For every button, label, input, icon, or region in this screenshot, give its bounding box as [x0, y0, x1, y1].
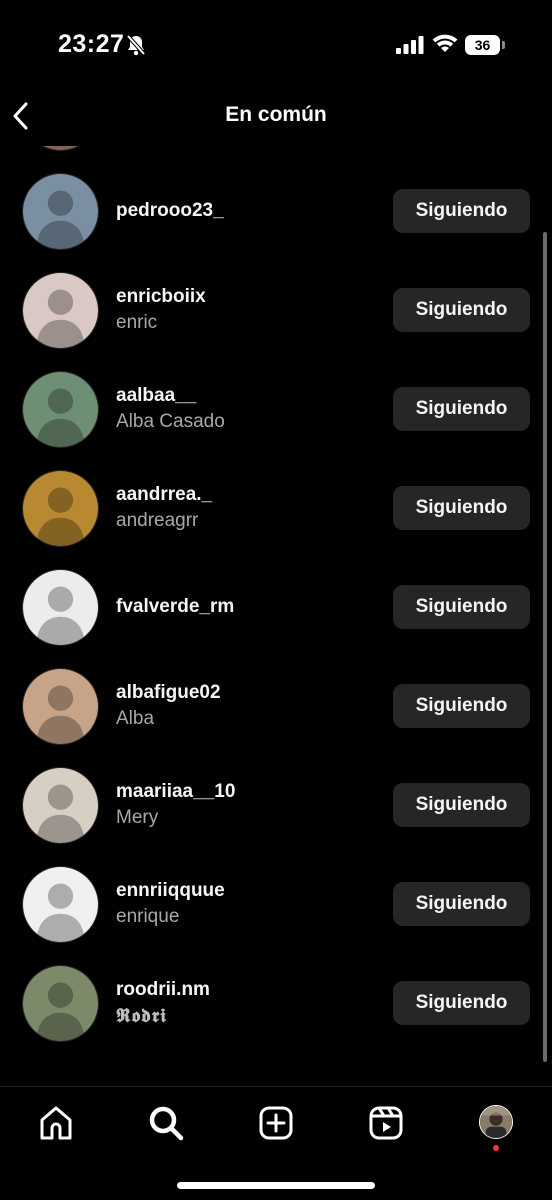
following-button[interactable]: Siguiendo	[393, 783, 530, 827]
profile-avatar	[480, 1106, 512, 1138]
username[interactable]: pedrooo23_	[116, 198, 224, 224]
status-time: 23:27	[58, 30, 125, 58]
reels-icon	[369, 1106, 403, 1140]
tab-home[interactable]	[36, 1103, 76, 1143]
username[interactable]: aalbaa__	[116, 383, 225, 409]
list-item[interactable]: pedrooo23_ Siguiendo	[0, 161, 552, 260]
mutual-followers-list[interactable]: Sabina ✨Siguiendopedrooo23_Siguiendoenri…	[0, 146, 552, 1086]
username[interactable]: albafigue02	[116, 680, 221, 706]
plus-square-icon	[259, 1106, 293, 1140]
list-item[interactable]: enricboiix enric Siguiendo	[0, 260, 552, 359]
home-icon	[40, 1106, 72, 1140]
tab-search[interactable]	[146, 1103, 186, 1143]
search-icon	[149, 1106, 184, 1141]
username[interactable]: ennriiqquue	[116, 878, 225, 904]
avatar[interactable]	[22, 470, 99, 547]
full-name: 𝕽𝖔𝖉𝖗𝖎	[116, 1004, 167, 1027]
list-item[interactable]: ennriiqquue enrique Siguiendo	[0, 854, 552, 953]
following-button[interactable]: Siguiendo	[393, 189, 530, 233]
username[interactable]: aandrrea._	[116, 482, 212, 508]
user-names: pedrooo23_	[116, 161, 224, 260]
list-item[interactable]: fvalverde_rm Siguiendo	[0, 557, 552, 656]
following-button[interactable]: Siguiendo	[393, 288, 530, 332]
wifi-icon	[432, 34, 458, 52]
full-name: andreagrr	[116, 509, 199, 531]
avatar[interactable]	[22, 767, 99, 844]
avatar[interactable]	[22, 569, 99, 646]
user-names: enricboiix enric	[116, 260, 206, 359]
avatar[interactable]	[22, 965, 99, 1042]
user-names: aalbaa__ Alba Casado	[116, 359, 225, 458]
following-button[interactable]: Siguiendo	[393, 882, 530, 926]
status-bar: 23:27 36	[0, 0, 552, 90]
user-names: albafigue02 Alba	[116, 656, 221, 755]
user-names: fvalverde_rm	[116, 557, 234, 656]
tab-create[interactable]	[256, 1103, 296, 1143]
list-item[interactable]: Sabina ✨Siguiendo	[0, 146, 552, 161]
user-names: Sabina ✨	[116, 146, 204, 161]
full-name: Mery	[116, 806, 159, 828]
avatar[interactable]	[22, 866, 99, 943]
header: En común	[0, 90, 552, 142]
following-button[interactable]: Siguiendo	[393, 387, 530, 431]
battery-icon: 36	[465, 35, 505, 55]
list-item[interactable]: roodrii.nm 𝕽𝖔𝖉𝖗𝖎 Siguiendo	[0, 953, 552, 1052]
avatar[interactable]	[22, 173, 99, 250]
user-names: ennriiqquue enrique	[116, 854, 225, 953]
list-item[interactable]: aandrrea._ andreagrr Siguiendo	[0, 458, 552, 557]
username[interactable]: fvalverde_rm	[116, 594, 234, 620]
avatar[interactable]	[22, 371, 99, 448]
avatar[interactable]	[22, 272, 99, 349]
page-title: En común	[225, 103, 327, 126]
battery-level: 36	[465, 35, 500, 55]
following-button[interactable]: Siguiendo	[393, 684, 530, 728]
list-item[interactable]: albafigue02 Alba Siguiendo	[0, 656, 552, 755]
username[interactable]: roodrii.nm	[116, 977, 210, 1003]
user-names: roodrii.nm 𝕽𝖔𝖉𝖗𝖎	[116, 953, 210, 1052]
notification-dot	[493, 1145, 499, 1151]
bell-off-icon	[126, 34, 146, 56]
cellular-signal-icon	[396, 36, 424, 54]
username[interactable]: maariiaa__10	[116, 779, 235, 805]
avatar[interactable]	[22, 668, 99, 745]
home-indicator[interactable]	[177, 1182, 375, 1189]
full-name: Alba Casado	[116, 410, 225, 432]
full-name: enrique	[116, 905, 180, 927]
tab-profile[interactable]	[479, 1105, 513, 1139]
following-button[interactable]: Siguiendo	[393, 981, 530, 1025]
tab-reels[interactable]	[366, 1103, 406, 1143]
full-name: enric	[116, 311, 158, 333]
list-item[interactable]: maariiaa__10 Mery Siguiendo	[0, 755, 552, 854]
avatar[interactable]	[22, 146, 99, 151]
list-item[interactable]: aalbaa__ Alba Casado Siguiendo	[0, 359, 552, 458]
scrollbar[interactable]	[543, 232, 547, 1062]
user-names: maariiaa__10 Mery	[116, 755, 235, 854]
user-names: aandrrea._ andreagrr	[116, 458, 212, 557]
following-button[interactable]: Siguiendo	[393, 486, 530, 530]
following-button[interactable]: Siguiendo	[393, 585, 530, 629]
username[interactable]: enricboiix	[116, 284, 206, 310]
full-name: Alba	[116, 707, 155, 729]
